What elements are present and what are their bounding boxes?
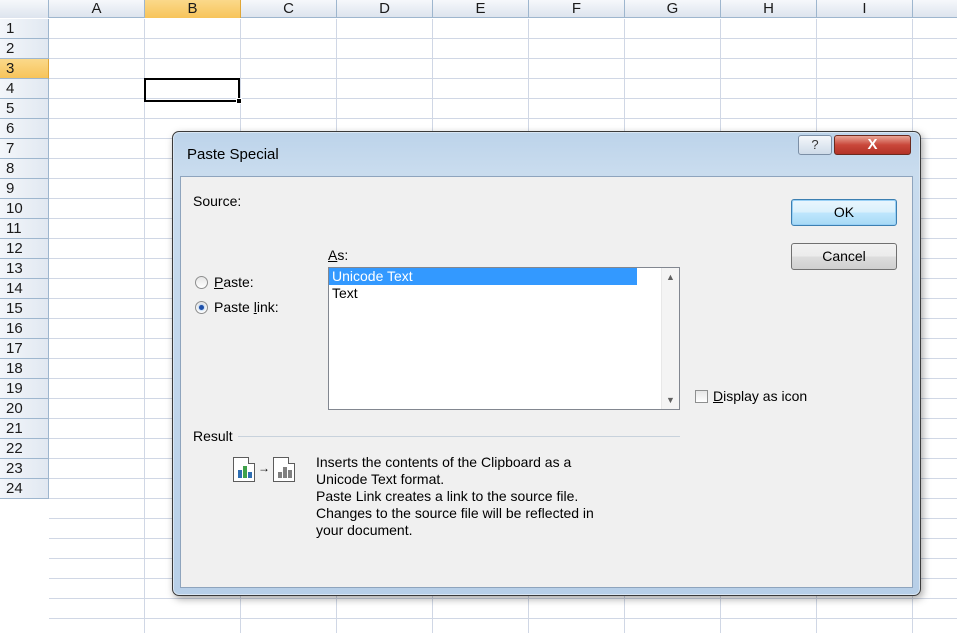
cancel-button[interactable]: Cancel xyxy=(791,243,897,270)
dialog-title-bar[interactable]: Paste Special ? X xyxy=(173,132,920,172)
result-line: Unicode Text format. xyxy=(316,471,445,487)
row-header[interactable]: 13 xyxy=(0,259,49,279)
row-header[interactable]: 2 xyxy=(0,39,49,59)
result-line: Paste Link creates a link to the source … xyxy=(316,488,579,504)
row-header[interactable]: 21 xyxy=(0,419,49,439)
row-header[interactable]: 17 xyxy=(0,339,49,359)
close-button[interactable]: X xyxy=(834,135,911,155)
result-line: Inserts the contents of the Clipboard as… xyxy=(316,454,572,470)
result-line: Changes to the source file will be refle… xyxy=(316,505,594,521)
display-label-rest: isplay as icon xyxy=(723,388,808,404)
paste-link-radio-label[interactable]: Paste link: xyxy=(214,299,279,315)
dialog-title: Paste Special xyxy=(187,146,279,163)
select-all-corner[interactable] xyxy=(0,0,49,18)
result-line: your document. xyxy=(316,522,413,538)
row-header[interactable]: 16 xyxy=(0,319,49,339)
column-header-j[interactable] xyxy=(913,0,957,18)
row-header[interactable]: 8 xyxy=(0,159,49,179)
chart-bar xyxy=(278,472,282,478)
row-header[interactable]: 11 xyxy=(0,219,49,239)
source-document-icon xyxy=(233,457,255,482)
as-format-listbox[interactable]: Unicode Text Text ▲ ▼ xyxy=(328,267,680,410)
row-header[interactable]: 5 xyxy=(0,99,49,119)
row-header[interactable]: 7 xyxy=(0,139,49,159)
dialog-body: Source: As: Paste: Paste link: Unicode T… xyxy=(180,176,913,588)
row-header-column: 1 2 3 4 5 6 7 8 9 10 11 12 13 14 15 16 1… xyxy=(0,19,49,499)
column-header-a[interactable]: A xyxy=(49,0,145,18)
column-header-h[interactable]: H xyxy=(721,0,817,18)
row-header[interactable]: 23 xyxy=(0,459,49,479)
row-header[interactable]: 19 xyxy=(0,379,49,399)
fill-handle[interactable] xyxy=(236,98,242,104)
row-header[interactable]: 12 xyxy=(0,239,49,259)
result-label: Result xyxy=(193,428,233,444)
paste-radio[interactable] xyxy=(195,276,208,289)
column-header-c[interactable]: C xyxy=(241,0,337,18)
active-cell-b3[interactable] xyxy=(144,78,240,102)
row-header-selected[interactable]: 3 xyxy=(0,59,49,79)
ok-button[interactable]: OK xyxy=(791,199,897,226)
column-header-f[interactable]: F xyxy=(529,0,625,18)
paste-special-dialog: Paste Special ? X Source: As: Paste: Pas… xyxy=(172,131,921,596)
row-header[interactable]: 10 xyxy=(0,199,49,219)
column-header-d[interactable]: D xyxy=(337,0,433,18)
chart-bar xyxy=(283,467,287,478)
result-description: Inserts the contents of the Clipboard as… xyxy=(316,454,676,539)
list-item-unicode-text[interactable]: Unicode Text xyxy=(329,268,637,285)
paste-radio-label[interactable]: Paste: xyxy=(214,274,254,290)
row-header[interactable]: 22 xyxy=(0,439,49,459)
paste-link-result-icon: → xyxy=(233,457,313,487)
display-as-icon-label[interactable]: Display as icon xyxy=(713,388,807,404)
row-header[interactable]: 18 xyxy=(0,359,49,379)
result-divider xyxy=(238,436,680,437)
paste-accel: P xyxy=(214,274,224,290)
source-label: Source: xyxy=(193,193,242,209)
row-header[interactable]: 14 xyxy=(0,279,49,299)
paste-link-label-pre: Paste xyxy=(214,299,254,315)
row-header[interactable]: 4 xyxy=(0,79,49,99)
paste-link-label-rest: ink: xyxy=(256,299,279,315)
column-header-b[interactable]: B xyxy=(145,0,241,18)
row-header[interactable]: 9 xyxy=(0,179,49,199)
chart-bar xyxy=(243,466,247,478)
display-accel: D xyxy=(713,388,724,404)
as-label-rest: s: xyxy=(337,247,349,263)
chart-bar xyxy=(248,472,252,478)
display-as-icon-checkbox[interactable] xyxy=(695,390,708,403)
chart-bar xyxy=(238,470,242,478)
column-header-row: A B C D E F G H I xyxy=(0,0,957,18)
scroll-up-icon[interactable]: ▲ xyxy=(666,272,675,282)
column-header-i[interactable]: I xyxy=(817,0,913,18)
row-header[interactable]: 15 xyxy=(0,299,49,319)
column-header-g[interactable]: G xyxy=(625,0,721,18)
paste-label-rest: aste: xyxy=(223,274,254,290)
listbox-scrollbar[interactable]: ▲ ▼ xyxy=(661,268,679,409)
row-header[interactable]: 1 xyxy=(0,19,49,39)
paste-link-radio[interactable] xyxy=(195,301,208,314)
row-header[interactable]: 24 xyxy=(0,479,49,499)
help-button[interactable]: ? xyxy=(798,135,832,155)
chart-bar xyxy=(288,470,292,478)
linked-document-icon xyxy=(273,457,295,482)
link-arrow-icon: → xyxy=(258,461,270,475)
row-header[interactable]: 6 xyxy=(0,119,49,139)
list-item-text[interactable]: Text xyxy=(329,285,637,302)
row-header[interactable]: 20 xyxy=(0,399,49,419)
as-label: As: xyxy=(328,247,348,263)
as-label-accel: A xyxy=(328,247,338,263)
column-header-e[interactable]: E xyxy=(433,0,529,18)
scroll-down-icon[interactable]: ▼ xyxy=(666,395,675,405)
